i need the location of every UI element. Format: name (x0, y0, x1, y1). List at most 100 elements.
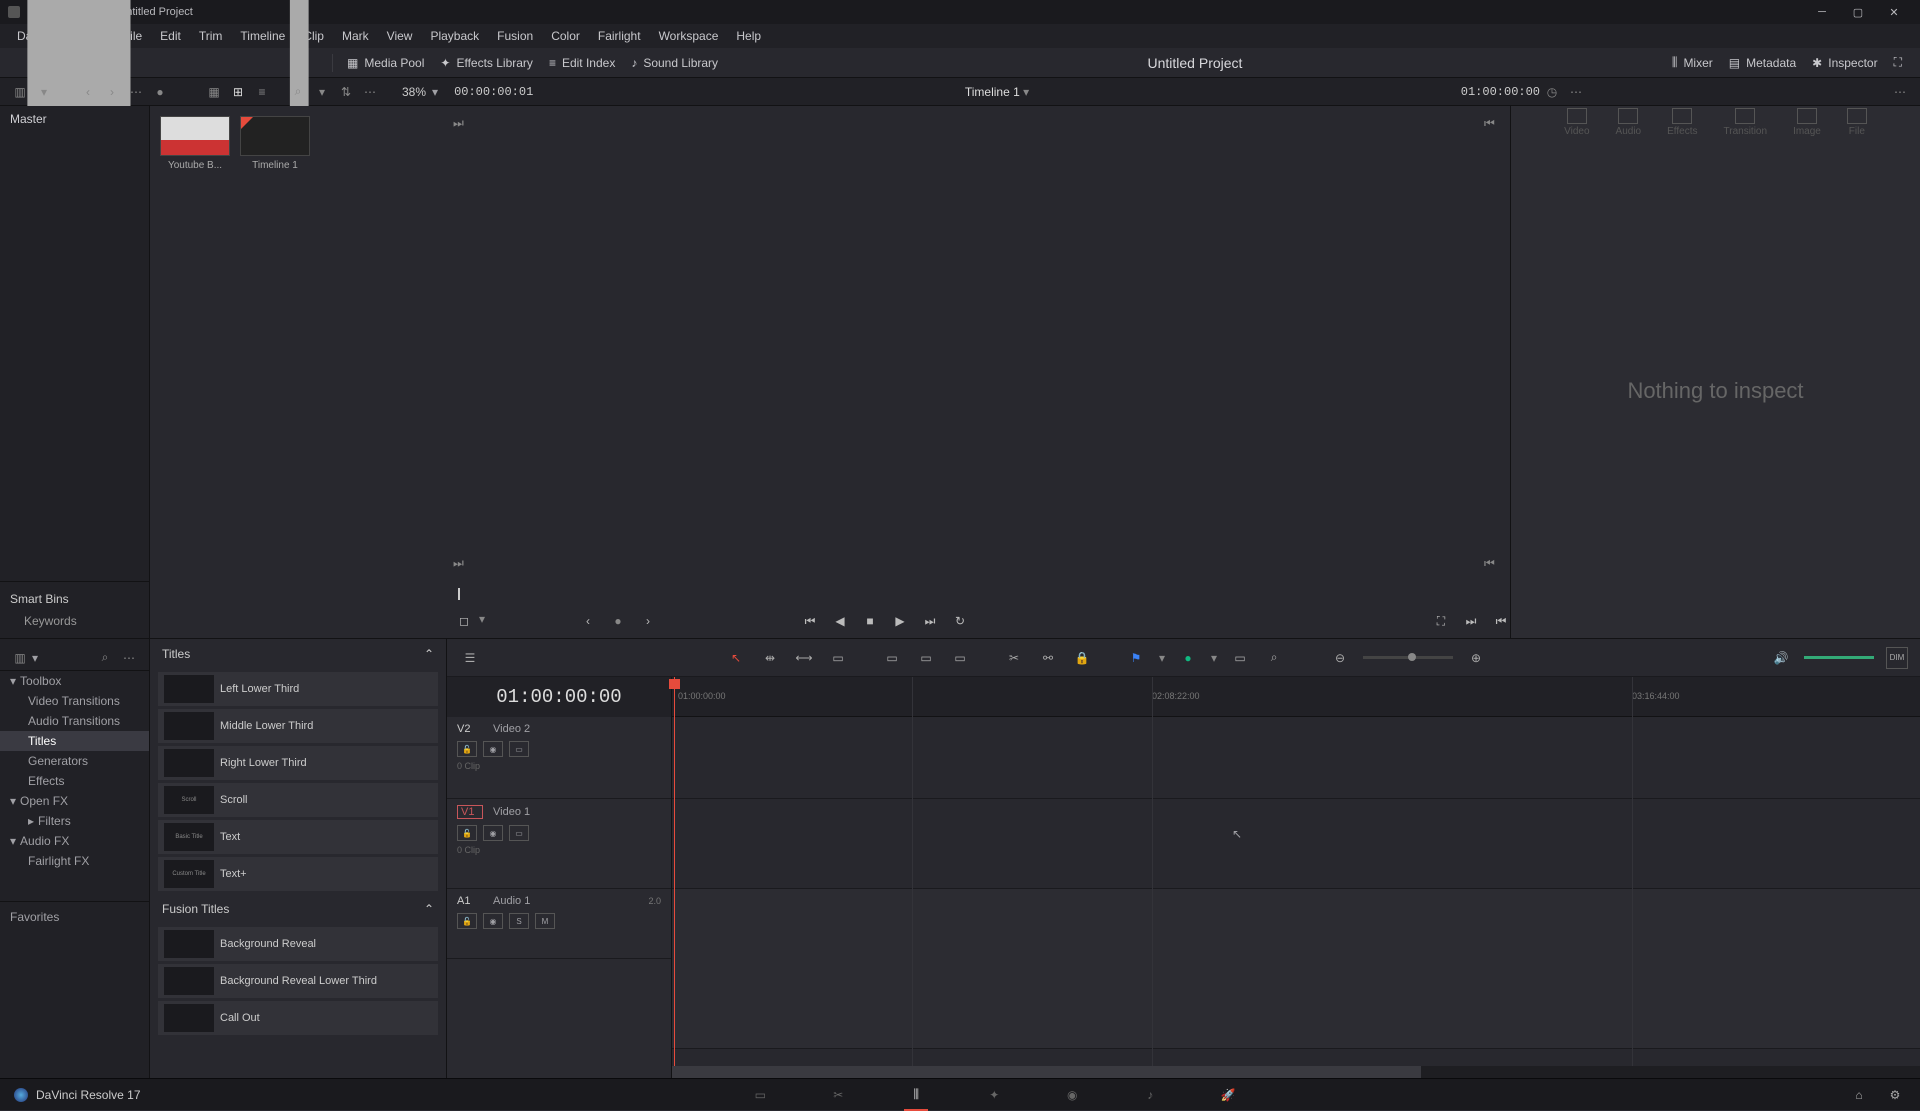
goto-out-icon[interactable]: ⏮ (1484, 556, 1504, 576)
effects-library-button[interactable]: ✦ Effects Library (432, 52, 541, 74)
marker-button[interactable]: ● (1177, 647, 1199, 669)
blade-tool[interactable]: ▭ (827, 647, 849, 669)
record-icon[interactable]: ● (609, 612, 627, 630)
overwrite-tool[interactable]: ▭ (915, 647, 937, 669)
title-item[interactable]: Left Lower Third (158, 672, 438, 706)
media-pool-button[interactable]: ▦ Media Pool (339, 52, 432, 74)
dynamic-trim-tool[interactable]: ⟷ (793, 647, 815, 669)
expand-button[interactable]: ⛶ (1886, 51, 1910, 74)
inspector-tab-audio[interactable]: Audio (1616, 108, 1642, 144)
search-icon[interactable]: ⌕ (1263, 647, 1285, 669)
timeline-canvas[interactable]: 01:00:00:00 02:08:22:00 03:16:44:00 ↖ (672, 677, 1920, 1078)
title-item[interactable]: Background Reveal Lower Third (158, 964, 438, 998)
fx-titles[interactable]: Titles (0, 731, 149, 751)
page-deliver[interactable]: 🚀 (1214, 1084, 1242, 1106)
title-item[interactable]: Call Out (158, 1001, 438, 1035)
inspector-tab-effects[interactable]: Effects (1667, 108, 1697, 144)
step-back-button[interactable]: ◀ (831, 612, 849, 630)
menu-mark[interactable]: Mark (333, 29, 378, 43)
clock-icon[interactable]: ◷ (1542, 82, 1562, 102)
grid-view-button[interactable]: ⊞ (228, 82, 248, 102)
speaker-icon[interactable]: 🔊 (1770, 647, 1792, 669)
search-icon[interactable]: ⌕ (288, 82, 308, 102)
inspector-tab-video[interactable]: Video (1564, 108, 1589, 144)
nav-fwd-button[interactable]: › (102, 82, 122, 102)
list-view-button[interactable]: ≡ (252, 82, 272, 102)
track-header-v1[interactable]: V1Video 1 🔓◉▭ 0 Clip (447, 799, 671, 889)
link-tool[interactable]: ⚯ (1037, 647, 1059, 669)
metadata-button[interactable]: ▤ Metadata (1721, 52, 1804, 74)
nav-back-button[interactable]: ‹ (78, 82, 98, 102)
page-cut[interactable]: ✂ (824, 1084, 852, 1106)
playhead[interactable] (674, 677, 675, 1078)
menu-help[interactable]: Help (727, 29, 770, 43)
track-header-v2[interactable]: V2Video 2 🔓◉▭ 0 Clip (447, 717, 671, 799)
fx-video-transitions[interactable]: Video Transitions (0, 691, 149, 711)
solo-button[interactable]: S (509, 913, 529, 929)
options-icon[interactable]: ⋯ (360, 82, 380, 102)
fx-generators[interactable]: Generators (0, 751, 149, 771)
bin-view-button[interactable]: ▥ (10, 82, 30, 102)
zoom-out-button[interactable]: ⊖ (1329, 647, 1351, 669)
fx-toolbox[interactable]: ▾Toolbox (0, 671, 149, 691)
page-media[interactable]: ▭ (746, 1084, 774, 1106)
sound-library-button[interactable]: ♪ Sound Library (623, 52, 726, 74)
title-item[interactable]: Custom TitleText+ (158, 857, 438, 891)
zoom-percent[interactable]: 38% (402, 85, 426, 99)
fx-effects[interactable]: Effects (0, 771, 149, 791)
trim-tool[interactable]: ⇹ (759, 647, 781, 669)
inspector-tab-transition[interactable]: Transition (1724, 108, 1768, 144)
viewer-options-icon[interactable]: ⋯ (1566, 82, 1586, 102)
goto-in-icon[interactable]: ⏭ (453, 556, 473, 576)
overlay-button[interactable]: ◻ (455, 612, 473, 630)
play-button[interactable]: ▶ (891, 612, 909, 630)
fx-audio-transitions[interactable]: Audio Transitions (0, 711, 149, 731)
options-icon[interactable]: ⋯ (1890, 82, 1910, 102)
step-fwd-button[interactable]: ⏭ (921, 612, 939, 630)
menu-color[interactable]: Color (542, 29, 589, 43)
fx-audiofx[interactable]: ▾Audio FX (0, 831, 149, 851)
auto-select-button[interactable]: ◉ (483, 741, 503, 757)
inspector-button[interactable]: ✱ Inspector (1804, 52, 1885, 74)
more-icon[interactable]: ⋯ (126, 82, 146, 102)
prev-edit-button[interactable]: ⏮ (1492, 612, 1510, 630)
disable-button[interactable]: ▭ (509, 825, 529, 841)
match-frame-prev-icon[interactable]: ⏭ (453, 116, 473, 136)
sort-icon[interactable]: ⇅ (336, 82, 356, 102)
mixer-button[interactable]: ⫼ Mixer (1664, 51, 1721, 74)
page-fusion[interactable]: ✦ (980, 1084, 1008, 1106)
timeline-timecode[interactable]: 01:00:00:00 (447, 677, 671, 717)
menu-fairlight[interactable]: Fairlight (589, 29, 650, 43)
lock-icon[interactable]: 🔓 (457, 825, 477, 841)
selection-tool[interactable]: ↖ (725, 647, 747, 669)
flag-button[interactable]: ⚑ (1125, 647, 1147, 669)
loop-button[interactable]: ↻ (951, 612, 969, 630)
chevron-down-icon[interactable]: ▾ (34, 82, 54, 102)
page-color[interactable]: ◉ (1058, 1084, 1086, 1106)
menu-playback[interactable]: Playback (421, 29, 488, 43)
close-button[interactable]: ✕ (1876, 0, 1912, 24)
snapping-tool[interactable]: ▭ (1229, 647, 1251, 669)
chevron-down-icon[interactable]: ▾ (312, 82, 332, 102)
title-item[interactable]: Middle Lower Third (158, 709, 438, 743)
volume-slider[interactable] (1804, 656, 1874, 659)
title-item[interactable]: Background Reveal (158, 927, 438, 961)
zoom-slider[interactable] (1363, 656, 1453, 659)
stop-button[interactable]: ■ (861, 612, 879, 630)
collapse-icon[interactable]: ⌃ (424, 647, 434, 661)
timeline-ruler[interactable]: 01:00:00:00 02:08:22:00 03:16:44:00 (672, 677, 1920, 717)
auto-select-button[interactable]: ◉ (483, 913, 503, 929)
page-fairlight[interactable]: ♪ (1136, 1084, 1164, 1106)
disable-button[interactable]: ▭ (509, 741, 529, 757)
title-item[interactable]: ScrollScroll (158, 783, 438, 817)
lock-tool[interactable]: 🔒 (1071, 647, 1093, 669)
smart-bins-header[interactable]: Smart Bins (10, 588, 139, 610)
prev-clip-icon[interactable]: ‹ (579, 612, 597, 630)
menu-workspace[interactable]: Workspace (650, 29, 728, 43)
replace-tool[interactable]: ▭ (949, 647, 971, 669)
razor-tool[interactable]: ✂ (1003, 647, 1025, 669)
dim-button[interactable]: DIM (1886, 647, 1908, 669)
insert-tool[interactable]: ▭ (881, 647, 903, 669)
track-header-a1[interactable]: A1Audio 12.0 🔓◉SM (447, 889, 671, 959)
chevron-down-icon[interactable]: ▾ (32, 651, 38, 665)
